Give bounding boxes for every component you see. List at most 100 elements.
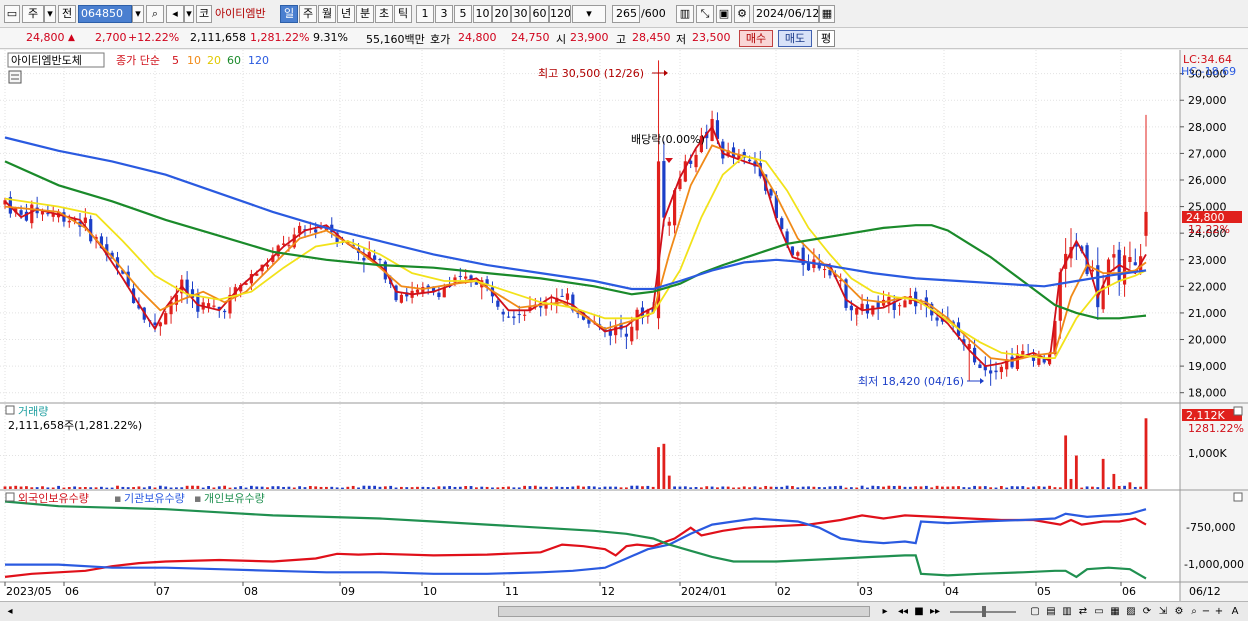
interval-30[interactable]: 30 <box>511 5 530 23</box>
save-icon[interactable]: ▣ <box>716 5 732 23</box>
pane-collapse-icon[interactable] <box>5 492 15 502</box>
pane-close-icon[interactable] <box>1233 492 1243 502</box>
volume-bar <box>630 485 634 489</box>
tab-tick[interactable]: 틱 <box>394 5 412 23</box>
volume-bar <box>566 486 569 489</box>
tab-year[interactable]: 년 <box>337 5 355 23</box>
calendar-icon[interactable]: ▦ <box>819 5 835 23</box>
date-input[interactable]: 2024/06/12 <box>753 5 819 23</box>
volume-bar <box>598 487 602 489</box>
chart-type-icon[interactable]: ▥ <box>676 5 694 23</box>
grid-icon[interactable]: ▦ <box>1108 604 1122 619</box>
market-select[interactable]: 주 <box>22 5 44 23</box>
settings-icon[interactable]: ⚙ <box>1172 604 1186 619</box>
toolbar: ▭ 주 ▾ 전 064850 ▾ ⌕ ◂ ▾ 코 아이티엠반 일 주 월 년 분… <box>0 0 1248 28</box>
volume-bar <box>121 486 125 489</box>
interval-20[interactable]: 20 <box>492 5 511 23</box>
screen-icon[interactable]: ▭ <box>1092 604 1106 619</box>
fast-forward-icon[interactable]: ▸▸ <box>928 604 942 619</box>
volume-bar <box>180 487 184 489</box>
custom-interval-select[interactable]: ▾ <box>572 5 606 23</box>
volume-bar <box>662 443 666 489</box>
stop-icon[interactable]: ■ <box>912 604 926 619</box>
legend-ma120: 120 <box>248 54 269 67</box>
interval-60[interactable]: 60 <box>530 5 549 23</box>
chevron-down-icon[interactable]: ▾ <box>184 5 194 23</box>
interval-3[interactable]: 3 <box>435 5 453 23</box>
interval-120[interactable]: 120 <box>549 5 571 23</box>
volume-last-label: 2,112K <box>1186 409 1225 422</box>
price-tick-label: 28,000 <box>1188 121 1227 134</box>
volume-bar <box>14 485 18 489</box>
indicator-icon[interactable]: ▥ <box>1060 604 1074 619</box>
date-tick-label: 2023/05 <box>6 585 52 598</box>
code-prefix: 코 <box>196 5 212 23</box>
volume-bar <box>158 485 162 489</box>
date-tick-label: 07 <box>156 585 170 598</box>
tab-second[interactable]: 초 <box>375 5 393 23</box>
sell-button[interactable]: 매도 <box>778 30 812 47</box>
volume-bar <box>1107 487 1110 489</box>
average-button[interactable]: 평 <box>817 30 835 47</box>
tab-month[interactable]: 월 <box>318 5 336 23</box>
table-toggle-icon[interactable] <box>8 70 22 84</box>
candle-body <box>442 287 446 298</box>
volume-bar <box>19 486 23 489</box>
split-icon[interactable]: ⇄ <box>1076 604 1090 619</box>
window-menu-icon[interactable]: ▭ <box>4 5 20 23</box>
candle-body <box>362 257 366 261</box>
tab-minute[interactable]: 분 <box>356 5 374 23</box>
volume-bar <box>394 487 398 489</box>
export-icon[interactable]: ⇲ <box>1156 604 1170 619</box>
rewind-icon[interactable]: ◂◂ <box>896 604 910 619</box>
draw-tool-icon[interactable]: ⤡ <box>696 5 714 23</box>
scroll-right-icon[interactable]: ▸ <box>878 604 892 619</box>
zoom-search-icon[interactable]: ⌕ <box>1188 604 1200 619</box>
refresh-icon[interactable]: ⟳ <box>1140 604 1154 619</box>
count-input[interactable]: 265 <box>612 5 640 23</box>
print-icon[interactable]: ▨ <box>1124 604 1138 619</box>
current-price: 24,800 <box>26 31 65 44</box>
search-icon[interactable]: ⌕ <box>146 5 164 23</box>
zoom-in-icon[interactable]: + <box>1213 604 1225 619</box>
volume-bar <box>378 486 382 489</box>
zoom-slider-handle[interactable] <box>982 606 986 617</box>
volume-bar <box>185 485 189 489</box>
date-tick-label: 10 <box>423 585 437 598</box>
volume-bar <box>1064 435 1068 489</box>
interval-10[interactable]: 10 <box>473 5 492 23</box>
code-dropdown-icon[interactable]: ▾ <box>132 5 144 23</box>
gear-icon[interactable]: ⚙ <box>734 5 750 23</box>
volume-bar <box>849 487 853 489</box>
interval-5[interactable]: 5 <box>454 5 472 23</box>
volume-bar <box>496 487 500 489</box>
chart-scrollbar[interactable]: ◂ ▸ ◂◂ ■ ▸▸ ▢ ▤ ▥ ⇄ ▭ ▦ ▨ ⟳ ⇲ ⚙ ⌕ − + A <box>0 601 1248 621</box>
volume-bar <box>405 487 409 489</box>
pane-collapse-icon[interactable] <box>5 405 15 415</box>
volume-bar <box>560 486 564 489</box>
scroll-thumb[interactable] <box>498 606 870 617</box>
buy-button[interactable]: 매수 <box>739 30 773 47</box>
interval-1[interactable]: 1 <box>416 5 434 23</box>
volume-bar <box>635 485 639 489</box>
compare-icon[interactable]: ▤ <box>1044 604 1058 619</box>
price-tick-label: 27,000 <box>1188 147 1227 160</box>
stock-chart[interactable]: 18,00019,00020,00021,00022,00023,00024,0… <box>0 50 1248 601</box>
volume-bar <box>587 486 591 489</box>
text-tool-icon[interactable]: A <box>1228 604 1242 619</box>
speaker-icon[interactable]: ◂ <box>166 5 184 23</box>
prev-button[interactable]: 전 <box>58 5 76 23</box>
tab-week[interactable]: 주 <box>299 5 317 23</box>
price-tick-label: 19,000 <box>1188 360 1227 373</box>
volume-bar <box>523 485 527 489</box>
volume-bar <box>1091 486 1094 489</box>
zoom-out-icon[interactable]: − <box>1200 604 1212 619</box>
scroll-left-icon[interactable]: ◂ <box>4 604 16 619</box>
stock-code-input[interactable]: 064850 <box>78 5 132 23</box>
open-label: 시 <box>556 33 567 46</box>
chevron-down-icon[interactable]: ▾ <box>44 5 56 23</box>
tab-day[interactable]: 일 <box>280 5 298 23</box>
pane-close-icon[interactable] <box>1233 406 1243 416</box>
layout-icon[interactable]: ▢ <box>1028 604 1042 619</box>
candle-body <box>822 269 827 271</box>
